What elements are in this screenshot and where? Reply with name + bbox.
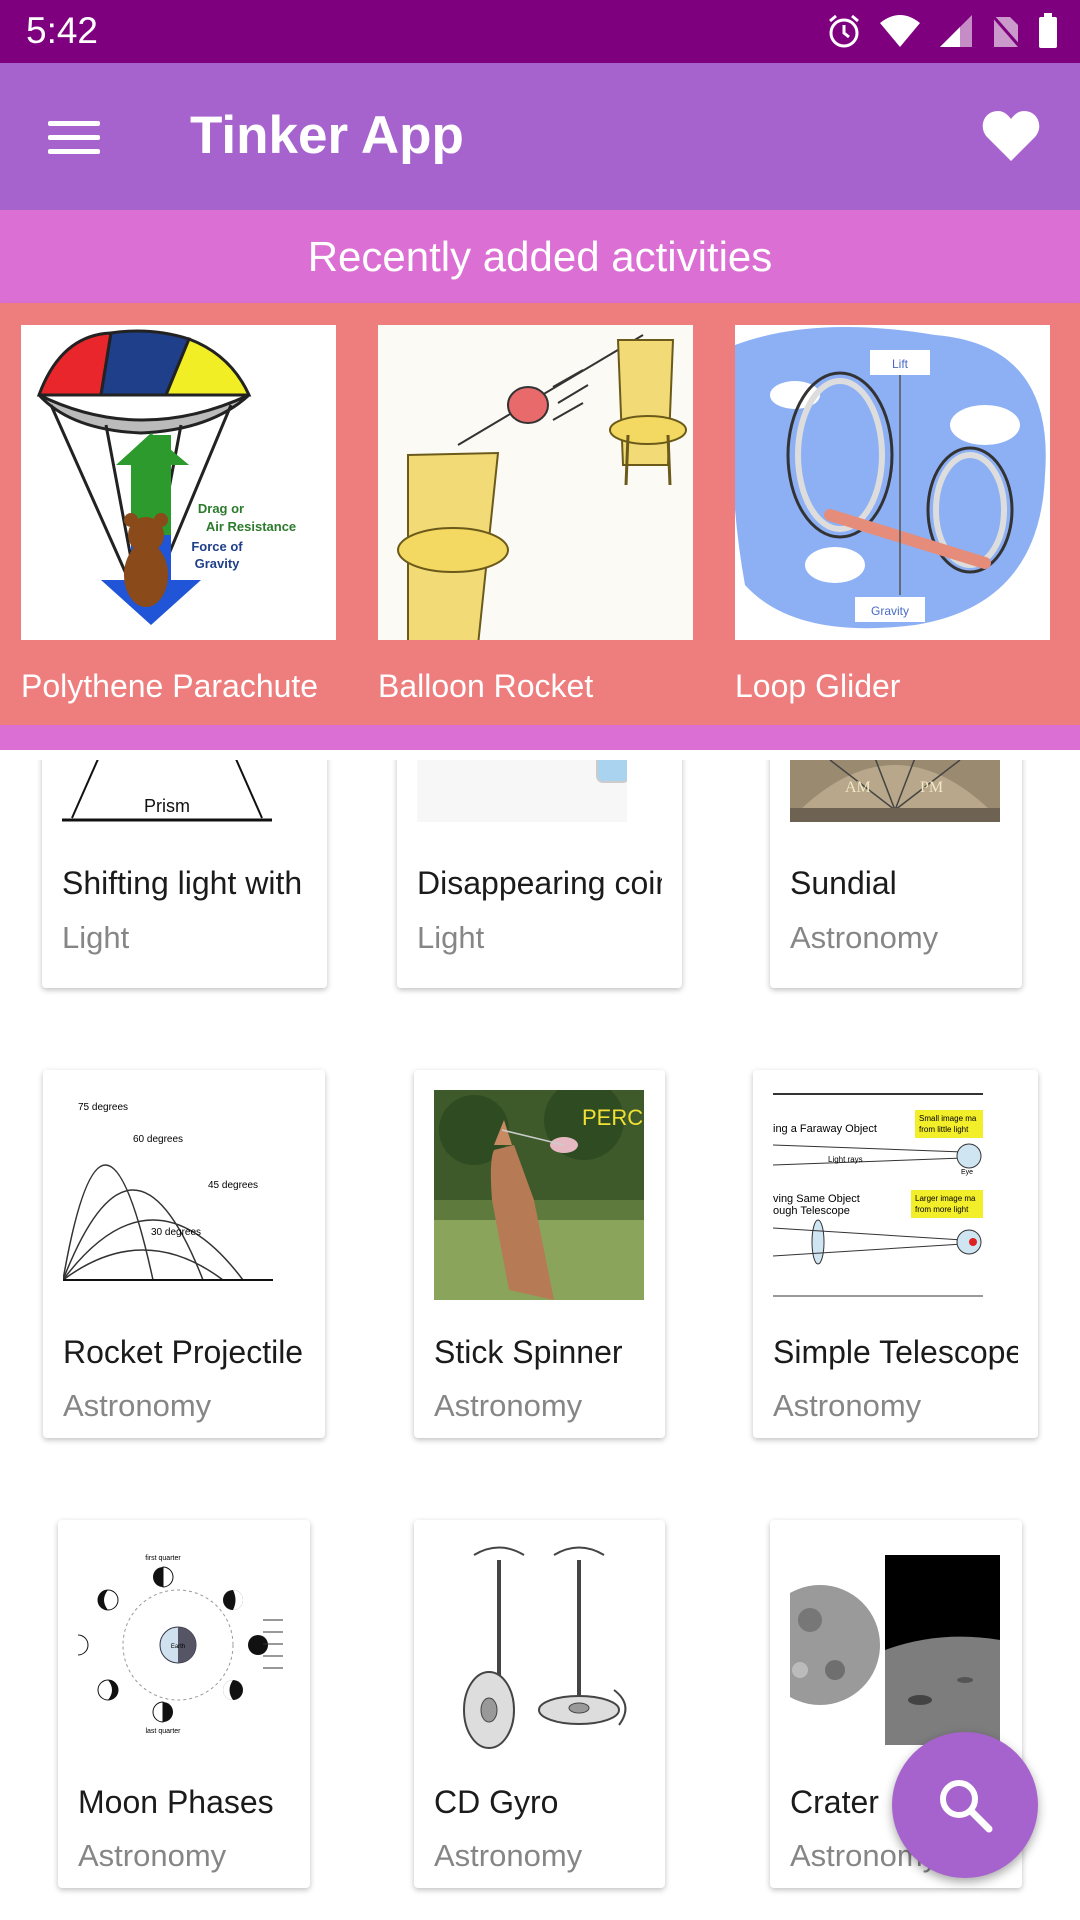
recent-card-label: Balloon Rocket <box>378 668 594 704</box>
activity-category: Astronomy <box>63 1388 212 1423</box>
thumb-text: 45 degrees <box>208 1180 258 1191</box>
activity-category: Astronomy <box>773 1388 922 1423</box>
parachute-image: Drag or Air Resistance Force of Gravity <box>21 325 336 640</box>
recent-activities-carousel[interactable]: Drag or Air Resistance Force of Gravity … <box>0 303 1080 725</box>
thumb-text: last quarter <box>145 1728 181 1735</box>
balloon-rocket-image <box>378 325 693 640</box>
activity-card-disappearing-coin[interactable]: Disappearing coin Light <box>397 760 682 988</box>
wifi-icon <box>880 15 920 47</box>
activity-category: Light <box>62 920 130 955</box>
thumb-text: Prism <box>144 796 190 816</box>
activity-name: Stick Spinner <box>434 1334 623 1370</box>
activity-category: Astronomy <box>78 1838 227 1873</box>
search-button[interactable] <box>892 1732 1038 1878</box>
thumb-text: Air Resistance <box>206 519 296 534</box>
activity-card-stick-spinner[interactable]: PERC Stick Spinner Astronomy <box>414 1070 665 1438</box>
thumb-text: Small image ma <box>919 1114 977 1123</box>
thumb-text: Force of <box>191 539 243 554</box>
app-bar: Tinker App <box>0 63 1080 210</box>
alarm-icon <box>829 14 859 48</box>
activity-category: Light <box>417 920 485 955</box>
activity-category: Astronomy <box>790 920 939 955</box>
activity-category: Astronomy <box>434 1838 583 1873</box>
activity-thumbnail: PERC <box>434 1090 644 1300</box>
activity-category: Astronomy <box>434 1388 583 1423</box>
thumb-text: ough Telescope <box>773 1205 850 1217</box>
thumb-text: ing a Faraway Object <box>773 1123 877 1135</box>
no-sim-icon <box>990 14 1022 48</box>
activity-thumbnail <box>417 760 627 822</box>
heart-icon[interactable] <box>982 109 1040 163</box>
thumb-text: first quarter <box>145 1555 181 1562</box>
recent-activities-header: Recently added activities <box>0 210 1080 303</box>
thumb-text: Light rays <box>828 1155 863 1164</box>
thumb-text: Drag or <box>198 501 244 516</box>
thumb-text: Lift <box>892 357 909 371</box>
activity-thumbnail <box>790 1540 1000 1750</box>
status-bar: 5:42 <box>0 0 1080 63</box>
thumb-text: Eye <box>961 1169 973 1176</box>
carousel-divider <box>0 725 1080 750</box>
activity-card-shifting-light[interactable]: Prism Shifting light with Light <box>42 760 327 988</box>
activity-thumbnail: ing a Faraway Object Small image ma from… <box>773 1090 983 1300</box>
thumb-text: 30 degrees <box>151 1227 201 1238</box>
activity-grid[interactable]: Prism Shifting light with Light Disappea… <box>0 760 1080 1920</box>
activity-card-moon-phases[interactable]: Earth first quarter last quarter Moon Ph… <box>58 1520 310 1888</box>
thumb-text: Earth <box>171 1644 185 1650</box>
recent-card-loop-glider[interactable]: Lift Gravity Loop Glider <box>735 325 1050 705</box>
search-icon <box>940 1780 993 1833</box>
signal-icon <box>940 15 972 47</box>
thumb-text: 75 degrees <box>78 1102 128 1113</box>
activity-thumbnail: AM PM <box>790 760 1000 822</box>
thumb-text: PERC <box>582 1105 643 1130</box>
activity-card-sundial[interactable]: AM PM Sundial Astronomy <box>770 760 1022 988</box>
thumb-text: from more light <box>915 1205 969 1214</box>
recent-card-label: Loop Glider <box>735 668 901 704</box>
status-time: 5:42 <box>26 10 99 51</box>
thumb-text: Larger image ma <box>915 1194 976 1203</box>
activity-name: Shifting light with <box>62 865 303 901</box>
app-title: Tinker App <box>190 106 464 165</box>
recent-card-parachute[interactable]: Drag or Air Resistance Force of Gravity … <box>21 325 336 705</box>
activity-card-cd-gyro[interactable]: CD Gyro Astronomy <box>414 1520 665 1888</box>
thumb-text: PM <box>920 779 943 796</box>
activity-name: Disappearing coin <box>417 865 662 901</box>
battery-icon <box>1039 13 1057 48</box>
thumb-text: AM <box>845 779 871 796</box>
activity-name: Simple Telescope <box>773 1334 1018 1370</box>
activity-name: Sundial <box>790 865 897 901</box>
thumb-text: Gravity <box>871 604 909 618</box>
thumb-text: from little light <box>919 1125 969 1134</box>
menu-icon[interactable] <box>48 121 100 155</box>
recent-card-balloon-rocket[interactable]: Balloon Rocket <box>378 325 693 705</box>
recent-card-label: Polythene Parachute <box>21 668 319 704</box>
thumb-text: ving Same Object <box>773 1193 860 1205</box>
loop-glider-image: Lift Gravity <box>735 325 1050 640</box>
activity-thumbnail: 75 degrees 60 degrees 45 degrees 30 degr… <box>63 1090 273 1300</box>
activity-card-simple-telescope[interactable]: ing a Faraway Object Small image ma from… <box>753 1070 1038 1438</box>
activity-thumbnail: Earth first quarter last quarter <box>78 1540 288 1750</box>
activity-name: Rocket Projectile <box>63 1334 304 1370</box>
activity-name: CD Gyro <box>434 1784 559 1820</box>
activity-thumbnail <box>434 1540 644 1750</box>
activity-thumbnail: Prism <box>62 760 272 822</box>
activity-name: Moon Phases <box>78 1784 274 1820</box>
activity-card-rocket-projectile[interactable]: 75 degrees 60 degrees 45 degrees 30 degr… <box>43 1070 325 1438</box>
thumb-text: 60 degrees <box>133 1134 183 1145</box>
thumb-text: Gravity <box>195 556 241 571</box>
